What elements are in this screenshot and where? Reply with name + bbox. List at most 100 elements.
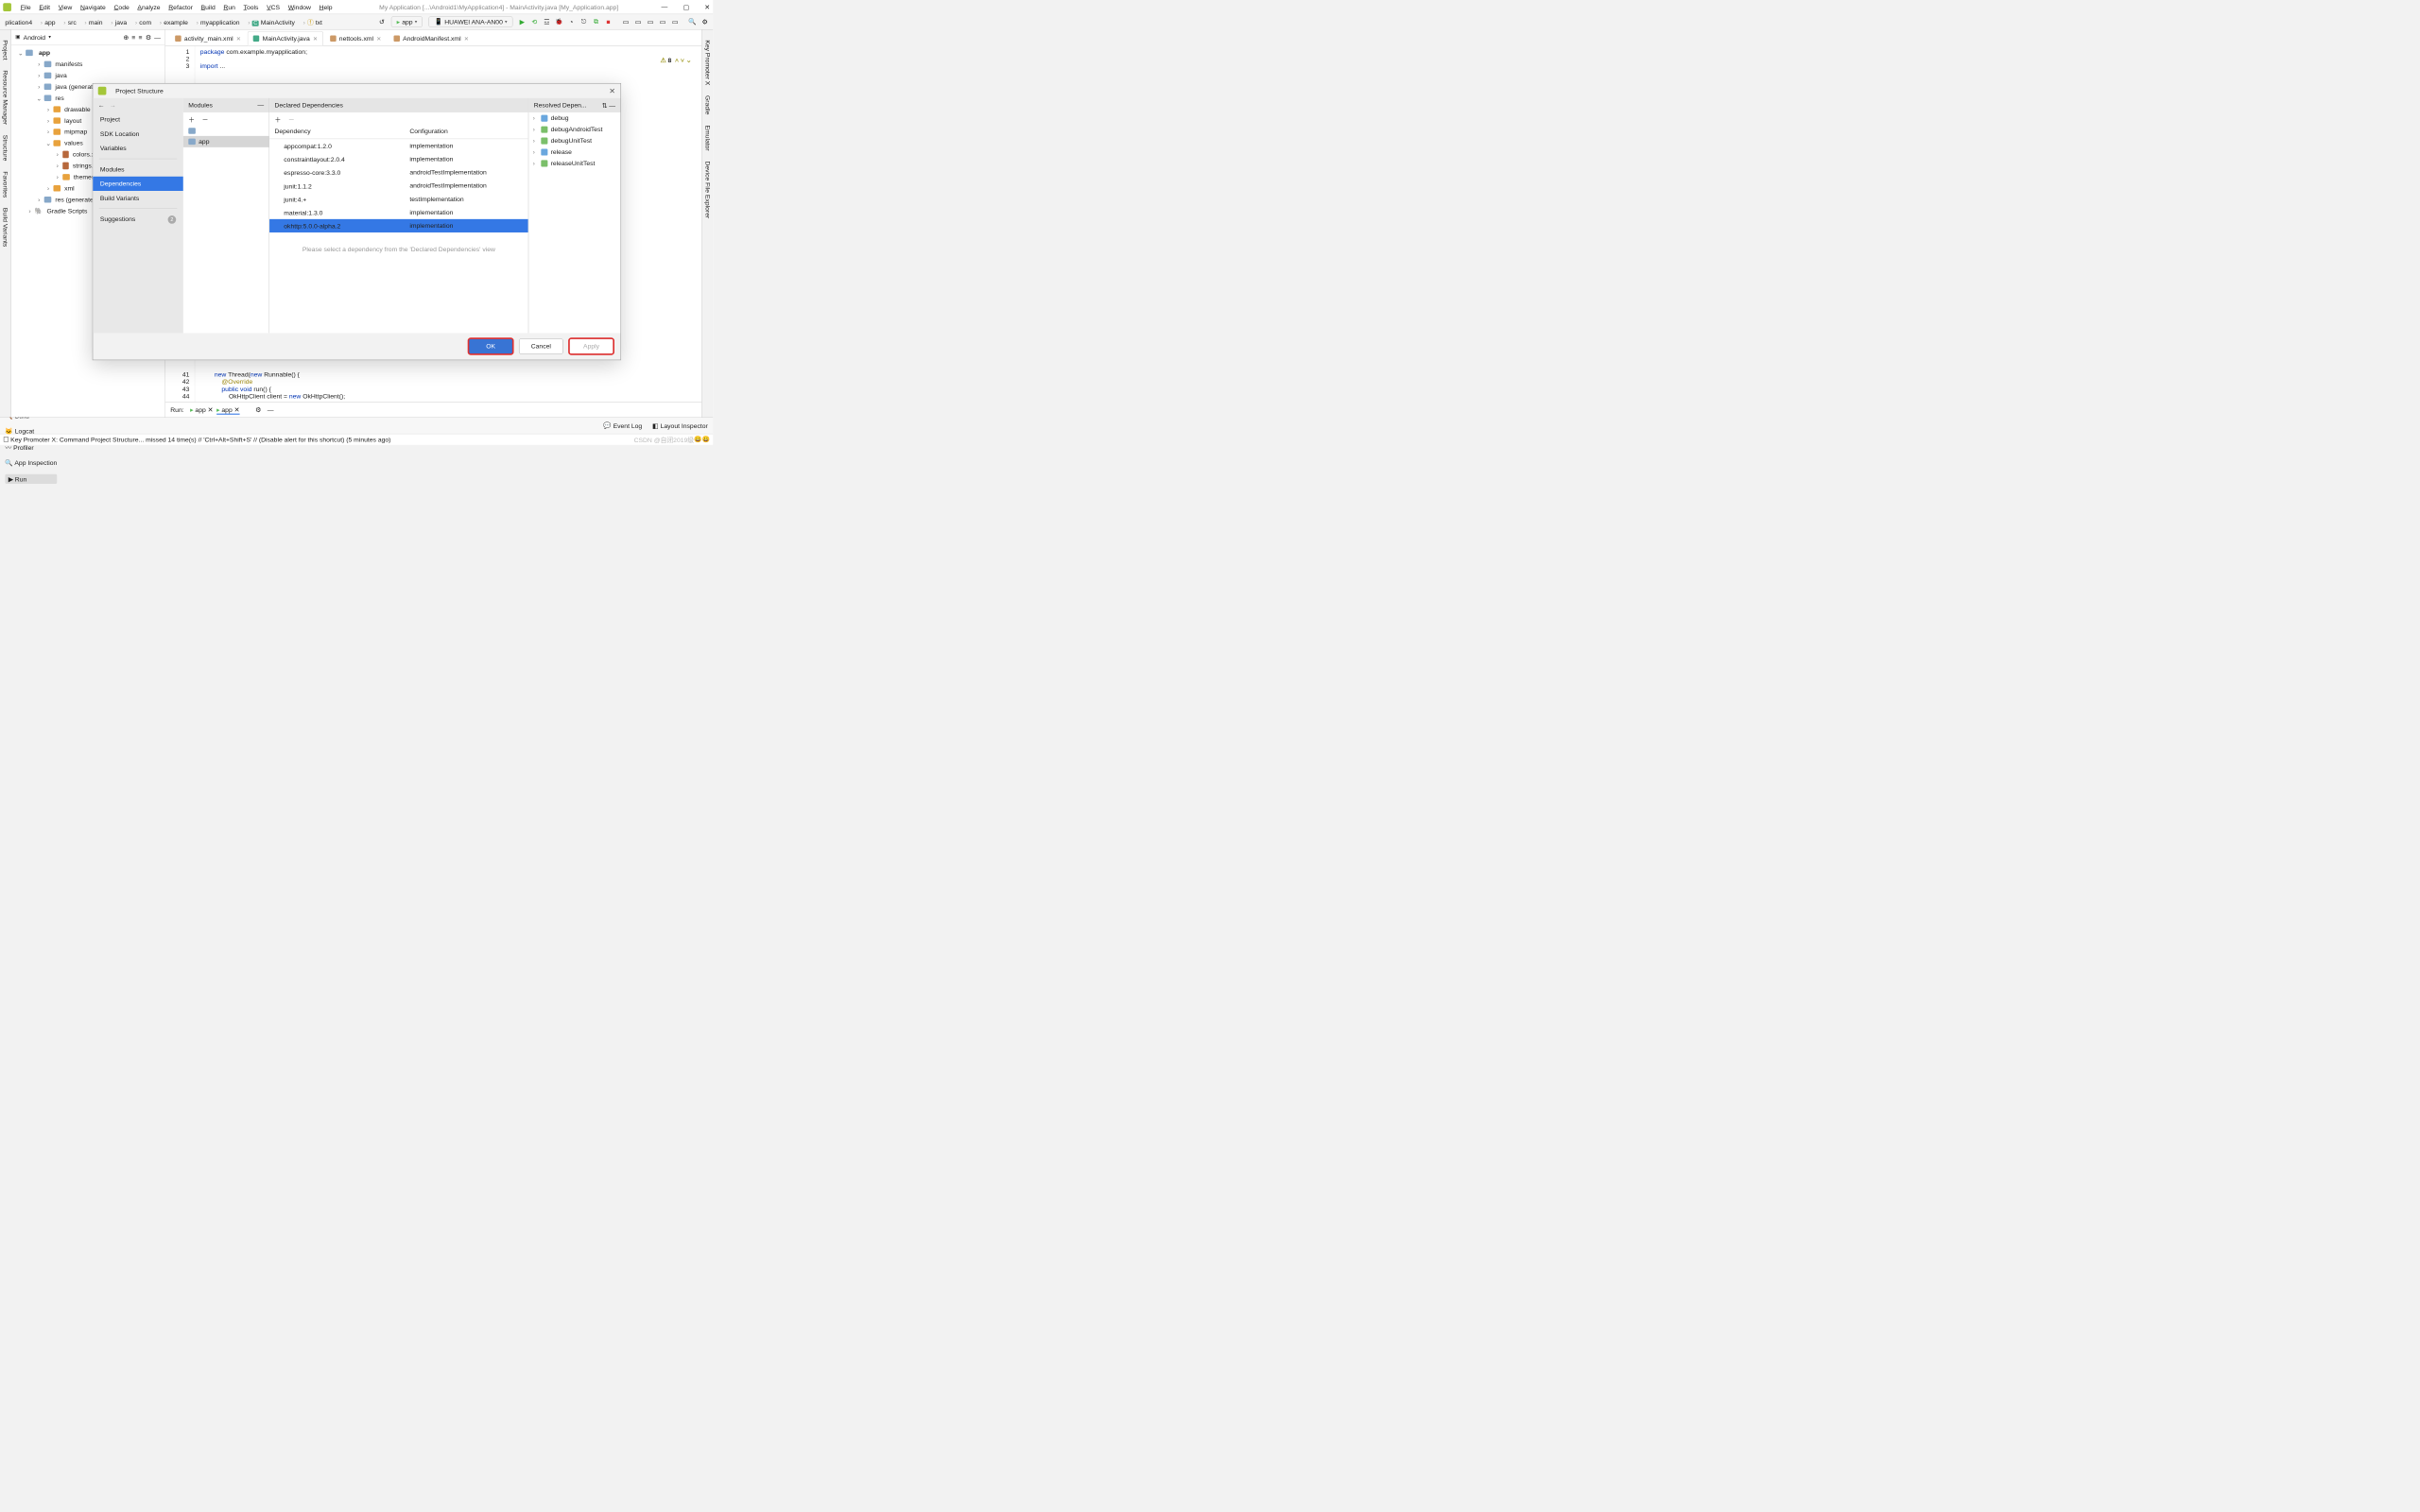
module-row[interactable]: app bbox=[183, 136, 269, 147]
editor-tab[interactable]: AndroidManifest.xml✕ bbox=[388, 31, 474, 45]
breadcrumb[interactable]: myapplication bbox=[191, 18, 243, 27]
sidebar-item-sdk-location[interactable]: SDK Location bbox=[93, 127, 183, 141]
editor-tab[interactable]: MainActivity.java✕ bbox=[248, 31, 323, 45]
menu-tools[interactable]: Tools bbox=[244, 4, 259, 11]
dependency-row[interactable]: espresso-core:3.3.0androidTestImplementa… bbox=[269, 165, 528, 179]
run-tab[interactable]: ▸ app ✕ bbox=[190, 406, 213, 414]
rail-device-file-explorer[interactable]: Device File Explorer bbox=[704, 161, 712, 218]
rail-build-variants[interactable]: Build Variants bbox=[2, 208, 9, 247]
breadcrumb[interactable]: java bbox=[106, 18, 130, 27]
menu-edit[interactable]: Edit bbox=[39, 4, 50, 11]
menu-navigate[interactable]: Navigate bbox=[80, 4, 106, 11]
expand-icon[interactable]: ≡ bbox=[131, 34, 135, 42]
resolved-variant-row[interactable]: ›releaseUnitTest bbox=[528, 158, 620, 169]
bottom-tab-app-inspection[interactable]: 🔍 App Inspection bbox=[5, 459, 57, 467]
tree-item[interactable]: › manifests bbox=[11, 59, 164, 70]
resolved-variant-row[interactable]: ›debugUnitTest bbox=[528, 135, 620, 146]
resolved-variant-row[interactable]: ›debugAndroidTest bbox=[528, 124, 620, 135]
problems-indicator[interactable]: ⚠ 8 ˄ ˅ ⌄ bbox=[661, 57, 692, 64]
run-config-selector[interactable]: ▸app▾ bbox=[391, 16, 423, 26]
menu-refactor[interactable]: Refactor bbox=[168, 4, 193, 11]
debug-button[interactable]: 🐞 bbox=[553, 16, 564, 27]
close-tab-icon[interactable]: ✕ bbox=[376, 35, 381, 42]
settings-icon[interactable]: ⚙ bbox=[700, 16, 711, 27]
run-settings-icon[interactable]: ⚙ bbox=[255, 406, 261, 414]
tree-item[interactable]: › java bbox=[11, 70, 164, 81]
resolved-variant-row[interactable]: ›debug bbox=[528, 112, 620, 124]
menu-build[interactable]: Build bbox=[201, 4, 216, 11]
search-icon[interactable]: 🔍 bbox=[687, 16, 699, 27]
sidebar-item-suggestions[interactable]: Suggestions2 bbox=[93, 212, 183, 226]
dependency-row[interactable]: junit:1.1.2androidTestImplementation bbox=[269, 180, 528, 193]
collapse-icon[interactable]: ≡ bbox=[139, 34, 143, 42]
apply-changes-button[interactable]: ⟲ bbox=[528, 16, 540, 27]
sync-icon[interactable]: ↺ bbox=[376, 16, 388, 27]
bottom-tab-run[interactable]: ▶ Run bbox=[5, 473, 57, 483]
cancel-button[interactable]: Cancel bbox=[519, 338, 563, 353]
close-tab-icon[interactable]: ✕ bbox=[236, 35, 241, 42]
project-view-selector[interactable]: Android bbox=[24, 34, 45, 42]
column-configuration[interactable]: Configuration bbox=[405, 126, 528, 139]
close-button[interactable]: ✕ bbox=[704, 3, 710, 10]
maximize-button[interactable]: ▢ bbox=[683, 3, 689, 10]
rail-emulator[interactable]: Emulator bbox=[704, 125, 712, 150]
menu-window[interactable]: Window bbox=[288, 4, 311, 11]
dependency-row[interactable]: constraintlayout:2.0.4implementation bbox=[269, 152, 528, 165]
remove-dependency-button[interactable]: － bbox=[288, 114, 295, 124]
avd-manager-icon[interactable]: ▭ bbox=[620, 16, 631, 27]
event-log-tab[interactable]: 💬 Event Log bbox=[603, 421, 642, 429]
close-tab-icon[interactable]: ✕ bbox=[464, 35, 469, 42]
hide-icon[interactable]: — bbox=[154, 34, 161, 42]
breadcrumb[interactable]: example bbox=[154, 18, 191, 27]
close-tab-icon[interactable]: ✕ bbox=[313, 35, 318, 42]
rail-key-promoter[interactable]: Key Promoter X bbox=[704, 40, 712, 85]
resolved-variant-row[interactable]: ›release bbox=[528, 146, 620, 158]
back-icon[interactable]: ← bbox=[98, 102, 105, 110]
app-quality-icon[interactable]: ▭ bbox=[669, 16, 681, 27]
rail-resource-manager[interactable]: Resource Manager bbox=[2, 70, 9, 125]
resource-manager-icon[interactable]: ▭ bbox=[645, 16, 656, 27]
sidebar-item-dependencies[interactable]: Dependencies bbox=[93, 177, 183, 191]
breadcrumb[interactable]: app bbox=[35, 18, 58, 27]
ok-button[interactable]: OK bbox=[469, 338, 513, 353]
add-dependency-button[interactable]: ＋ bbox=[275, 114, 282, 124]
menu-view[interactable]: View bbox=[59, 4, 73, 11]
dependency-row[interactable]: okhttp:5.0.0-alpha.2implementation bbox=[269, 219, 528, 232]
dependency-row[interactable]: junit:4.+testImplementation bbox=[269, 193, 528, 206]
layout-inspector-icon[interactable]: ▭ bbox=[657, 16, 668, 27]
layout-inspector-tab[interactable]: ◧ Layout Inspector bbox=[652, 421, 708, 429]
add-module-button[interactable]: ＋ bbox=[188, 114, 195, 124]
forward-icon[interactable]: → bbox=[110, 102, 116, 110]
minimize-button[interactable]: — bbox=[661, 3, 667, 10]
editor-tab[interactable]: nettools.xml✕ bbox=[324, 31, 387, 45]
run-tab[interactable]: ▸ app ✕ bbox=[216, 406, 239, 415]
menu-file[interactable]: File bbox=[21, 4, 31, 11]
remove-module-button[interactable]: － bbox=[202, 114, 209, 124]
stop-button[interactable]: ■ bbox=[602, 16, 614, 27]
breadcrumb[interactable]: src bbox=[59, 18, 79, 27]
run-button[interactable]: ▶ bbox=[516, 16, 527, 27]
coverage-icon[interactable]: ☲ bbox=[541, 16, 552, 27]
sdk-manager-icon[interactable]: ▭ bbox=[632, 16, 644, 27]
column-dependency[interactable]: Dependency bbox=[269, 126, 405, 139]
bottom-tab-profiler[interactable]: 〰 Profiler bbox=[5, 442, 57, 452]
breadcrumb[interactable]: ⓕ txt bbox=[298, 18, 325, 27]
rail-structure[interactable]: Structure bbox=[2, 135, 9, 162]
rail-favorites[interactable]: Favorites bbox=[2, 171, 9, 198]
breadcrumb[interactable]: plication4 bbox=[2, 18, 35, 27]
device-selector[interactable]: 📱HUAWEI ANA-AN00▾ bbox=[429, 16, 513, 26]
profile-icon[interactable]: ◔ bbox=[565, 16, 577, 27]
sidebar-item-build-variants[interactable]: Build Variants bbox=[93, 191, 183, 205]
run-hide-icon[interactable]: — bbox=[268, 406, 274, 414]
rail-project[interactable]: Project bbox=[2, 40, 9, 60]
tree-item-app[interactable]: ⌄ app bbox=[11, 47, 164, 59]
minimize-icon[interactable]: — bbox=[257, 102, 264, 110]
menu-help[interactable]: Help bbox=[320, 4, 333, 11]
menu-run[interactable]: Run bbox=[223, 4, 234, 11]
bottom-tab-logcat[interactable]: 🐱 Logcat bbox=[5, 427, 57, 435]
dependency-row[interactable]: appcompat:1.2.0implementation bbox=[269, 139, 528, 152]
attach-debugger-icon[interactable]: ⎋ bbox=[578, 16, 589, 27]
menu-code[interactable]: Code bbox=[114, 4, 130, 11]
breadcrumb[interactable]: main bbox=[79, 18, 106, 27]
sidebar-item-variables[interactable]: Variables bbox=[93, 141, 183, 155]
